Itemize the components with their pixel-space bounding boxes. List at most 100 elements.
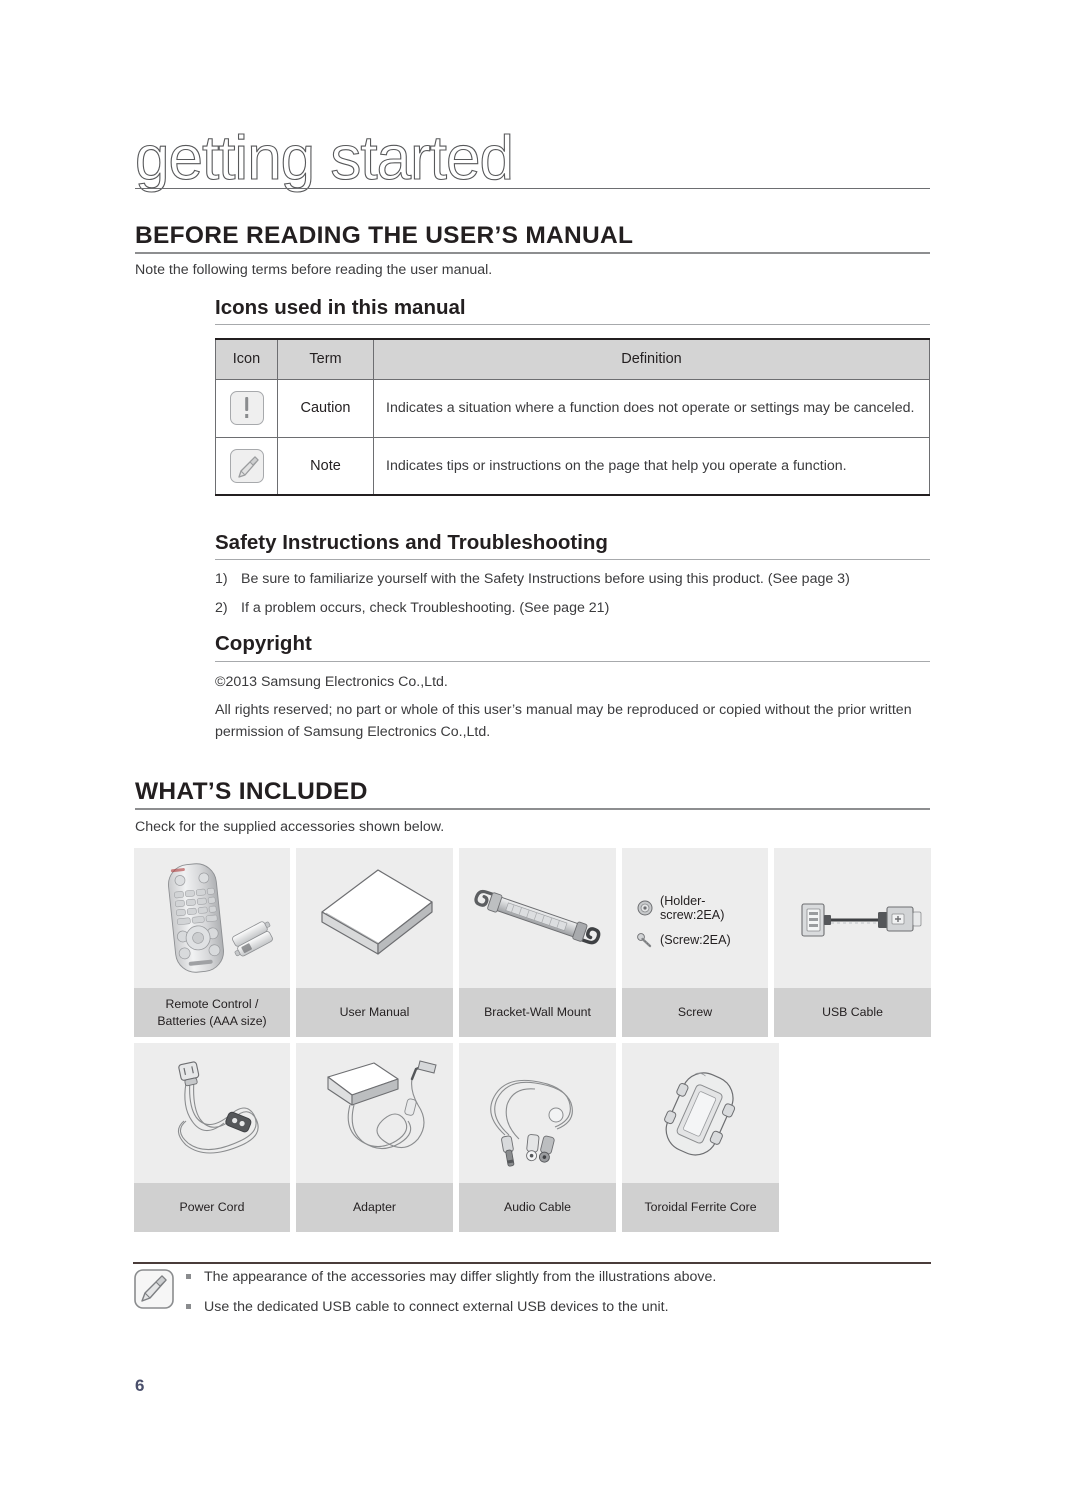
accessory-adapter: Adapter — [296, 1043, 453, 1232]
bullet-icon — [186, 1298, 204, 1318]
accessory-audio-cable: Audio Cable — [459, 1043, 616, 1232]
user-manual-icon — [321, 869, 433, 955]
accessory-label-text: Audio Cable — [504, 1200, 571, 1215]
accessory-label-text: User Manual — [339, 1005, 410, 1020]
accessory-label-text: USB Cable — [822, 1005, 883, 1020]
accessory-illustration — [459, 1043, 616, 1183]
usb-cable-icon — [801, 903, 922, 937]
accessory-illustration — [296, 1043, 453, 1183]
chapter-rule — [135, 188, 930, 189]
cell-term-caution: Caution — [277, 378, 374, 438]
accessory-power-cord: Power Cord — [134, 1043, 290, 1232]
subheading-rule — [215, 559, 930, 560]
screw-annotation-row: (Screw:2EA) — [636, 931, 768, 949]
accessories-grid: Remote Control / Batteries (AAA size) Us… — [134, 848, 931, 1238]
list-item-number: 2) — [215, 599, 228, 616]
holder-screw-label: (Holder-screw:2EA) — [660, 894, 725, 922]
accessory-label: Remote Control / Batteries (AAA size) — [134, 988, 290, 1037]
power-cord-icon — [177, 1061, 259, 1154]
copyright-paragraph: All rights reserved; no part or whole of… — [215, 702, 912, 740]
cell-term-note: Note — [277, 436, 374, 496]
accessory-illustration — [134, 1043, 290, 1183]
subheading-rule — [215, 324, 930, 325]
cell-definition-note: Indicates tips or instructions on the pa… — [373, 436, 930, 496]
accessory-remote-control: Remote Control / Batteries (AAA size) — [134, 848, 290, 1037]
accessories-row: Remote Control / Batteries (AAA size) Us… — [134, 848, 931, 1037]
subheading-copyright: Copyright — [215, 632, 312, 655]
cell-icon-caution — [215, 378, 278, 438]
accessory-screw: (Holder-screw:2EA) (Screw:2EA) Screw — [622, 848, 768, 1037]
caution-icon — [229, 391, 264, 425]
subheading-safety-instructions: Safety Instructions and Troubleshooting — [215, 531, 608, 554]
note-item: Use the dedicated USB cable to connect e… — [186, 1298, 926, 1318]
chapter-title: getting started — [134, 124, 514, 193]
subheading-icons-used: Icons used in this manual — [215, 296, 466, 319]
accessory-label-text: Remote Control / Batteries (AAA size) — [157, 996, 267, 1028]
manual-page: getting started BEFORE READING THE USER’… — [0, 0, 1080, 1488]
accessory-user-manual: User Manual — [296, 848, 453, 1037]
table-row: Caution Indicates a situation where a fu… — [215, 378, 930, 438]
list-item: 2) If a problem occurs, check Troublesho… — [215, 599, 935, 619]
accessory-label: Audio Cable — [459, 1183, 616, 1232]
note-item: The appearance of the accessories may di… — [186, 1268, 926, 1288]
accessory-illustration: (Holder-screw:2EA) (Screw:2EA) — [622, 848, 768, 988]
section-rule — [135, 808, 930, 810]
screw-label: (Screw:2EA) — [660, 933, 731, 947]
accessory-wall-bracket: Bracket-Wall Mount — [459, 848, 616, 1037]
accessory-label-text: Screw — [677, 1005, 713, 1020]
audio-cable-icon — [490, 1079, 573, 1167]
column-header-icon: Icon — [215, 339, 278, 380]
screw-icon — [636, 931, 660, 949]
accessories-row: Power Cord Adapter Audio Cable Toroidal … — [134, 1043, 931, 1232]
wall-bracket-icon — [474, 889, 601, 945]
section-heading-before-reading: BEFORE READING THE USER’S MANUAL — [135, 222, 634, 249]
bullet-icon — [186, 1268, 204, 1288]
screw-annotation-row: (Holder-screw:2EA) — [636, 894, 768, 922]
accessory-illustration — [134, 848, 290, 988]
accessory-usb-cable: USB Cable — [774, 848, 931, 1037]
subheading-rule — [215, 661, 930, 662]
accessory-label: Toroidal Ferrite Core — [622, 1183, 779, 1232]
accessory-label: User Manual — [296, 988, 453, 1037]
list-item: 1) Be sure to familiarize yourself with … — [215, 570, 935, 590]
accessory-label-text: Toroidal Ferrite Core — [644, 1200, 757, 1215]
batteries-icon — [232, 921, 273, 957]
column-header-definition: Definition — [373, 339, 930, 380]
section-intro-text: Note the following terms before reading … — [135, 262, 493, 278]
accessory-illustration — [622, 1043, 779, 1183]
accessory-illustration — [774, 848, 931, 988]
note-top-rule — [133, 1262, 931, 1264]
accessory-label: Screw — [622, 988, 768, 1037]
accessory-label: Power Cord — [134, 1183, 290, 1232]
cell-definition-caution: Indicates a situation where a function d… — [373, 378, 930, 438]
accessory-ferrite-core: Toroidal Ferrite Core — [622, 1043, 779, 1232]
accessory-illustration — [459, 848, 616, 988]
copyright-line: ©2013 Samsung Electronics Co.,Ltd. — [215, 674, 448, 690]
ferrite-core-icon — [664, 1072, 736, 1156]
table-header-row: Icon Term Definition — [215, 339, 930, 380]
accessory-label: USB Cable — [774, 988, 931, 1037]
accessory-label-text: Bracket-Wall Mount — [484, 1005, 591, 1020]
remote-control-icon — [168, 863, 273, 973]
note-items-list: The appearance of the accessories may di… — [186, 1268, 926, 1328]
table-row: Note Indicates tips or instructions on t… — [215, 436, 930, 496]
accessory-illustration — [296, 848, 453, 988]
accessory-label-text: Adapter — [352, 1200, 397, 1215]
note-item-text: The appearance of the accessories may di… — [204, 1269, 717, 1285]
cell-icon-note — [215, 436, 278, 496]
note-icon — [133, 1268, 175, 1310]
note-item-text: Use the dedicated USB cable to connect e… — [204, 1298, 669, 1315]
note-icon — [229, 448, 264, 483]
section-rule — [135, 252, 930, 254]
adapter-icon — [327, 1060, 437, 1150]
column-header-term: Term — [277, 339, 374, 380]
safety-instruction-list: 1) Be sure to familiarize yourself with … — [215, 570, 935, 628]
accessory-label-text: Power Cord — [179, 1200, 245, 1215]
accessory-label: Adapter — [296, 1183, 453, 1232]
list-item-number: 1) — [215, 571, 228, 587]
icons-table: Icon Term Definition Caution Indicates a… — [215, 338, 930, 496]
screw-annotations: (Holder-screw:2EA) (Screw:2EA) — [636, 894, 768, 958]
list-item-text: Be sure to familiarize yourself with the… — [241, 571, 850, 587]
holder-screw-icon — [636, 899, 660, 917]
accessory-label: Bracket-Wall Mount — [459, 988, 616, 1037]
